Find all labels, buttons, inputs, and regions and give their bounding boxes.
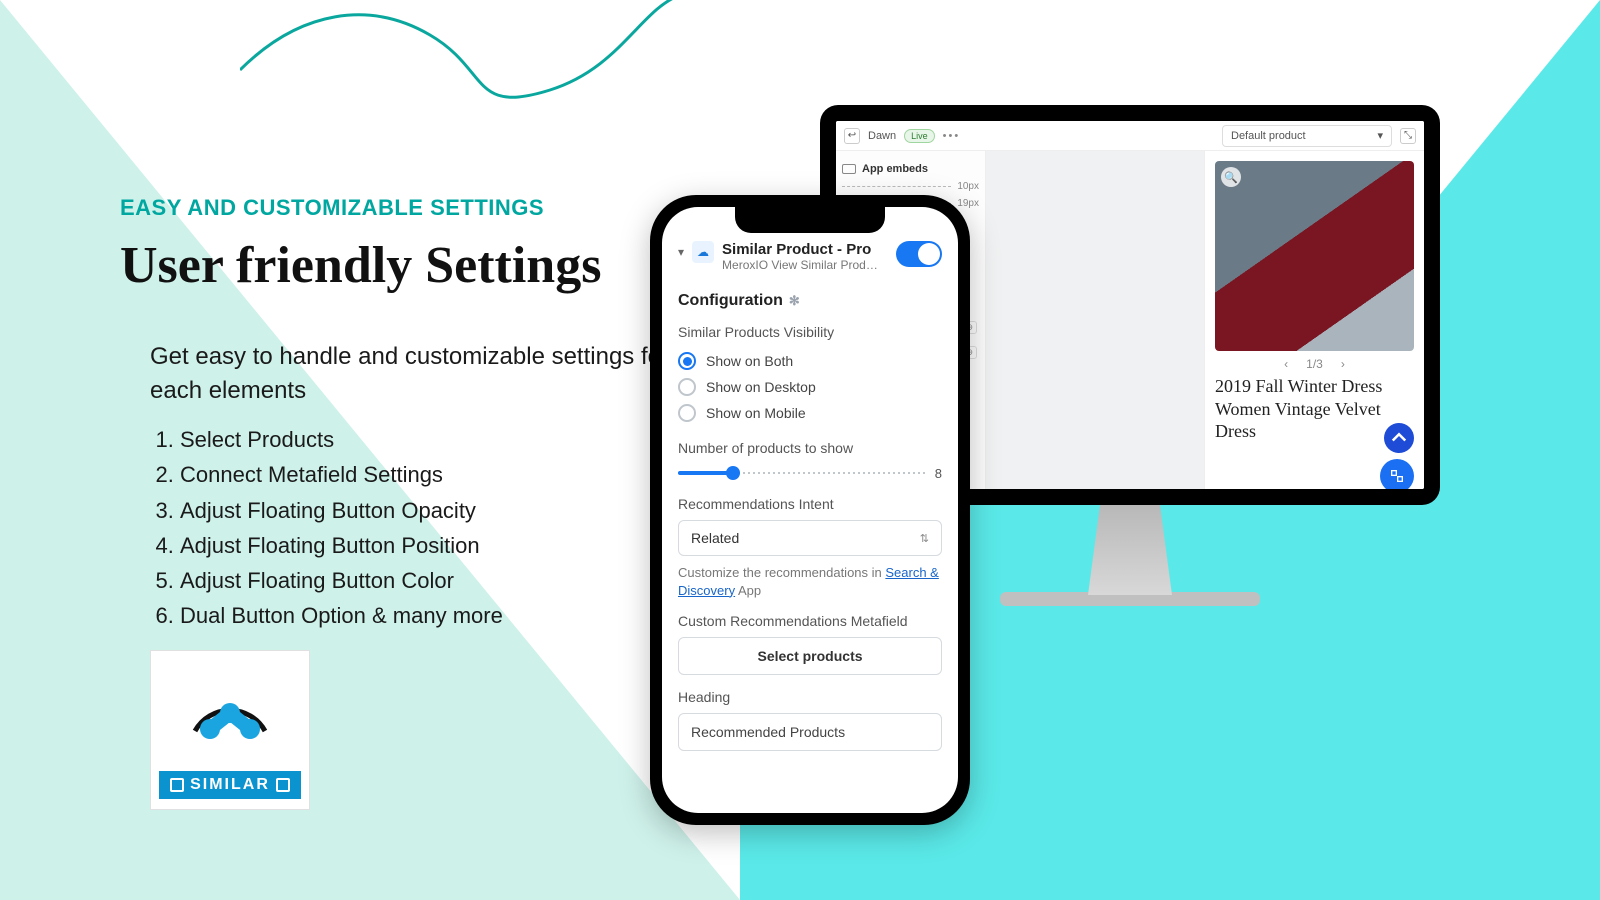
editor-canvas	[986, 151, 1204, 489]
hero-headline: User friendly Settings	[120, 236, 680, 295]
brand-badge-label: SIMILAR	[190, 776, 270, 794]
more-menu-icon[interactable]: •••	[943, 130, 961, 142]
feature-item: Adjust Floating Button Opacity	[180, 493, 680, 528]
section-title: Configuration	[678, 292, 783, 310]
heading-label: Heading	[678, 689, 942, 705]
gear-icon: ✻	[789, 293, 800, 309]
app-icon: ☁	[692, 241, 714, 263]
sidebar-heading: App embeds	[862, 163, 928, 175]
page-select-value: Default product	[1231, 130, 1306, 142]
num-products-slider[interactable]	[678, 464, 927, 482]
hero-copy: EASY AND CUSTOMIZABLE SETTINGS User frie…	[120, 195, 680, 633]
chevron-down-icon[interactable]: ▾	[678, 245, 684, 259]
select-arrows-icon: ⇅	[920, 532, 929, 545]
nav-back-icon[interactable]: ↩	[844, 128, 860, 144]
hero-subtext: Get easy to handle and customizable sett…	[120, 340, 680, 407]
brand-badge: SIMILAR	[150, 650, 310, 810]
num-products-label: Number of products to show	[678, 440, 942, 456]
metafield-label: Custom Recommendations Metafield	[678, 613, 942, 629]
similar-fab[interactable]	[1380, 459, 1414, 489]
product-preview: 🔍 ‹ 1/3 › 2019 Fall Winter Dress Women V…	[1204, 151, 1424, 489]
heading-input[interactable]: Recommended Products	[678, 713, 942, 751]
feature-item: Select Products	[180, 422, 680, 457]
intent-label: Recommendations Intent	[678, 496, 942, 512]
preview-icon[interactable]: ⤡	[1400, 128, 1416, 144]
feature-item: Dual Button Option & many more	[180, 598, 680, 633]
list-icon	[842, 164, 856, 174]
scroll-up-fab[interactable]	[1384, 423, 1414, 453]
next-icon[interactable]: ›	[1341, 357, 1345, 371]
intent-select[interactable]: Related ⇅	[678, 520, 942, 556]
hero-eyebrow: EASY AND CUSTOMIZABLE SETTINGS	[120, 195, 680, 221]
visibility-label: Similar Products Visibility	[678, 324, 942, 340]
select-products-button[interactable]: Select products	[678, 637, 942, 675]
chevron-down-icon: ▾	[1377, 129, 1383, 142]
page-select[interactable]: Default product ▾	[1222, 125, 1392, 147]
image-counter: 1/3	[1306, 357, 1323, 371]
zoom-icon[interactable]: 🔍	[1221, 167, 1241, 187]
app-embed-title: Similar Product - Pro	[722, 241, 888, 258]
radio-option[interactable]: Show on Mobile	[678, 400, 942, 426]
brand-logo-icon	[180, 661, 280, 761]
slider-value: 8	[935, 466, 942, 481]
feature-item: Adjust Floating Button Position	[180, 528, 680, 563]
theme-name: Dawn	[868, 130, 896, 142]
prev-icon[interactable]: ‹	[1284, 357, 1288, 371]
feature-list: Select Products Connect Metafield Settin…	[120, 422, 680, 633]
mobile-preview: ▾ ☁ Similar Product - Pro MeroxIO View S…	[650, 195, 970, 825]
intent-hint: Customize the recommendations in Search …	[678, 564, 942, 599]
feature-item: Adjust Floating Button Color	[180, 563, 680, 598]
status-badge: Live	[904, 129, 935, 143]
radio-option[interactable]: Show on Both	[678, 348, 942, 374]
product-image: 🔍	[1215, 161, 1414, 351]
app-enable-toggle[interactable]	[896, 241, 942, 267]
radio-option[interactable]: Show on Desktop	[678, 374, 942, 400]
decorative-squiggle	[240, 0, 680, 120]
feature-item: Connect Metafield Settings	[180, 457, 680, 492]
phone-notch	[735, 207, 885, 233]
intent-value: Related	[691, 530, 739, 546]
app-embed-subtitle: MeroxIO View Similar Prod…	[722, 258, 888, 272]
